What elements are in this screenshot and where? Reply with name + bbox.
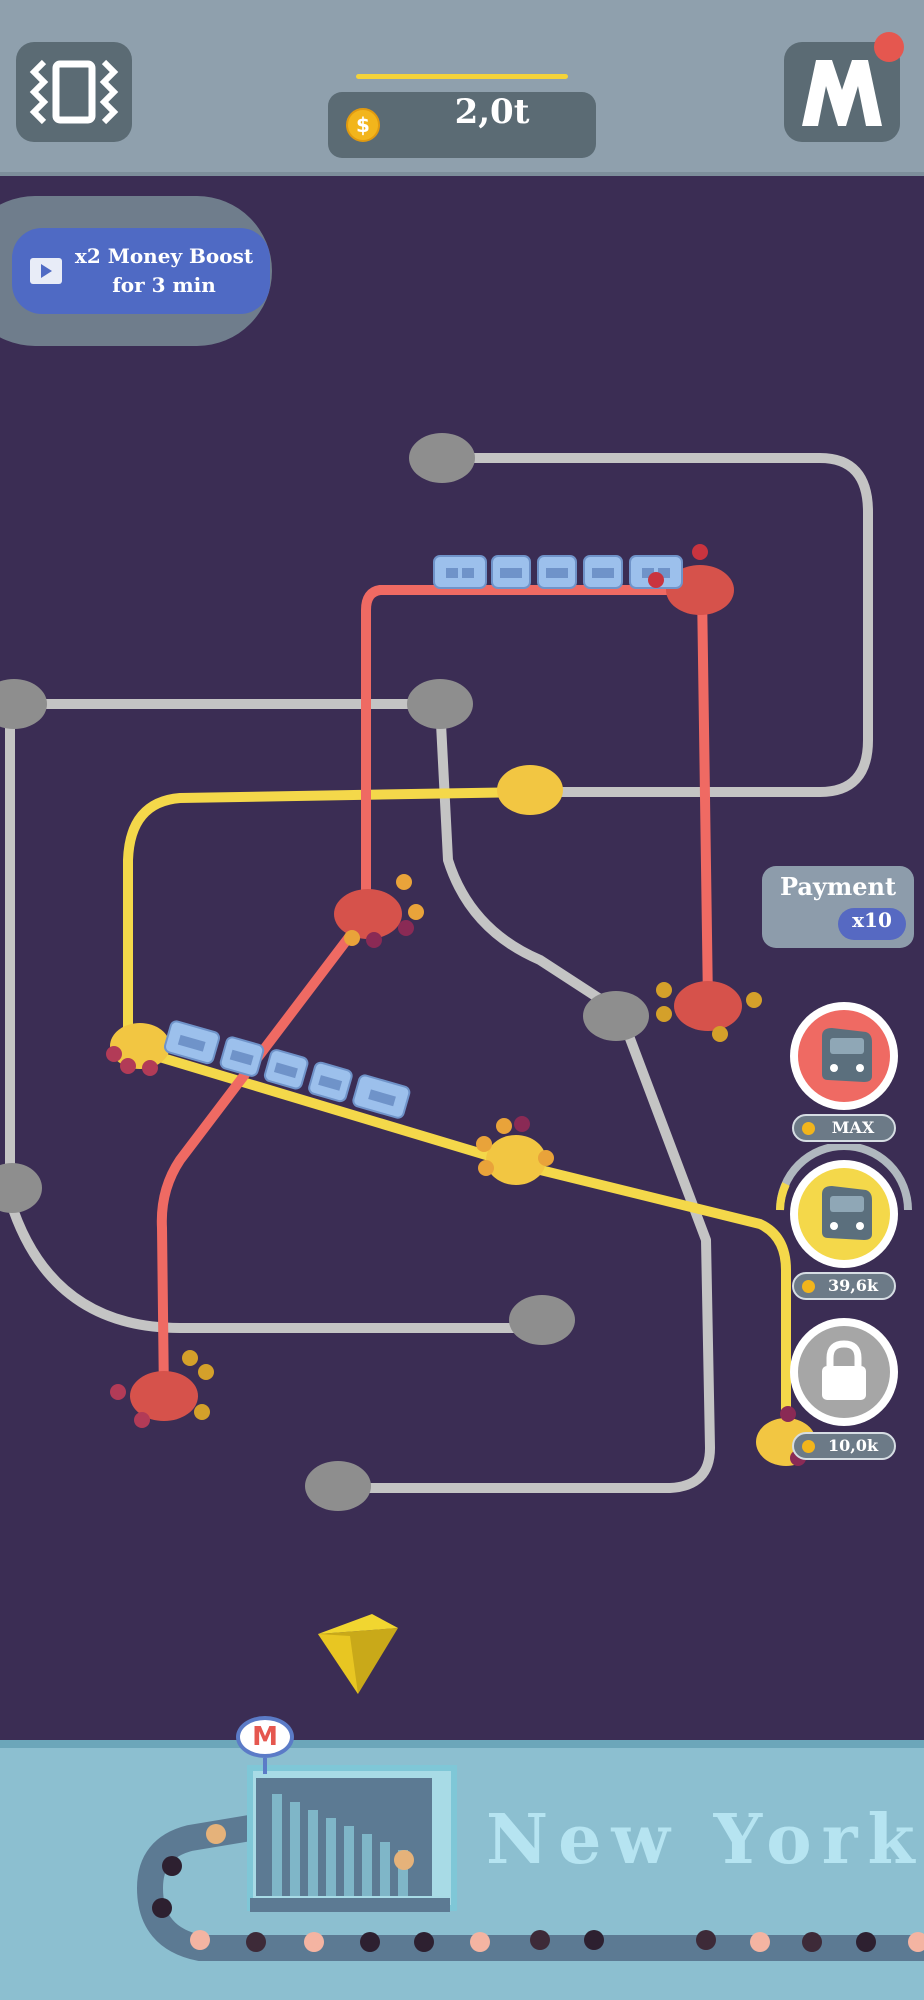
yellow-line-cost-label: 39,6k xyxy=(827,1276,879,1295)
vibration-icon xyxy=(29,59,119,125)
video-ad-icon xyxy=(30,258,62,284)
vibration-button[interactable] xyxy=(16,42,132,142)
metro-sign-post xyxy=(263,1758,267,1774)
notification-badge xyxy=(874,32,904,62)
yellow-line-train-button[interactable] xyxy=(790,1160,898,1268)
city-name: New York xyxy=(486,1800,924,1880)
level-progress-bar xyxy=(356,74,568,79)
locked-line-cost: 10,0k xyxy=(792,1432,896,1460)
coin-icon: $ xyxy=(346,108,380,142)
train-icon xyxy=(822,1028,872,1082)
money-boost-button[interactable]: x2 Money Boost for 3 min xyxy=(12,228,270,314)
game-screen: $ 2,0t x2 Money Boost for 3 min Payment … xyxy=(0,0,924,2000)
boost-label: x2 Money Boost for 3 min xyxy=(64,242,264,300)
red-line-cost: MAX xyxy=(792,1114,896,1142)
red-line-train xyxy=(433,555,683,589)
yellow-line-cost: 39,6k xyxy=(792,1272,896,1300)
train-icon xyxy=(822,1186,872,1240)
payment-multiplier: x10 xyxy=(838,908,906,940)
gem-marker-icon[interactable] xyxy=(318,1614,398,1694)
red-line-train-button[interactable] xyxy=(790,1002,898,1110)
money-amount: 2,0t xyxy=(454,92,530,132)
payment-label: Payment xyxy=(779,872,897,901)
locked-line-button[interactable] xyxy=(790,1318,898,1426)
metro-sign-icon: M xyxy=(236,1716,294,1758)
money-counter: $ 2,0t xyxy=(328,92,596,158)
boost-label-line2: for 3 min xyxy=(112,273,216,297)
boost-label-line1: x2 Money Boost xyxy=(74,244,254,268)
grey-line-tracks xyxy=(5,453,873,1493)
lock-icon xyxy=(822,1340,866,1400)
locked-line-cost-label: 10,0k xyxy=(827,1436,879,1455)
red-line-cost-label: MAX xyxy=(831,1118,875,1137)
level-progress-fill xyxy=(356,74,568,79)
payment-upgrade-button[interactable]: Payment x10 xyxy=(762,866,914,948)
